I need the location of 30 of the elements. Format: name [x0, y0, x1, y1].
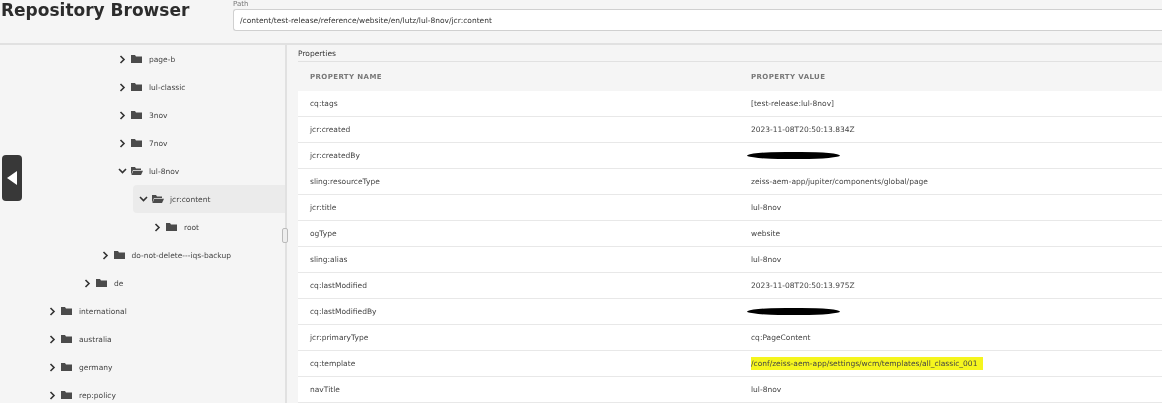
chevron-right-icon[interactable] [118, 54, 127, 64]
folder-icon [113, 250, 126, 260]
page-title: Repository Browser [0, 0, 191, 22]
folder-icon [131, 82, 143, 92]
folder-icon [61, 390, 73, 400]
folder-icon [131, 138, 143, 148]
folder-icon [96, 278, 108, 288]
left-triangle-icon [7, 171, 17, 185]
collapse-button[interactable] [2, 155, 22, 201]
chevron-right-icon[interactable] [48, 334, 57, 344]
open-folder-icon [131, 166, 143, 176]
folder-icon [131, 54, 143, 64]
resize-handle[interactable] [282, 228, 288, 243]
chevron-down-icon[interactable] [139, 194, 148, 204]
folder-icon [61, 306, 73, 316]
chevron-right-icon[interactable] [118, 138, 127, 148]
folder-icon [131, 110, 143, 120]
chevron-down-icon[interactable] [118, 166, 127, 176]
folder-icon [166, 222, 178, 232]
chevron-right-icon[interactable] [118, 82, 127, 92]
open-folder-icon [152, 194, 164, 204]
chevron-right-icon[interactable] [48, 362, 57, 372]
chevron-right-icon[interactable] [153, 222, 162, 232]
chevron-right-icon[interactable] [100, 250, 110, 260]
chevron-right-icon[interactable] [48, 390, 57, 400]
chevron-right-icon[interactable] [48, 306, 57, 316]
folder-icon [61, 362, 73, 372]
chevron-right-icon[interactable] [83, 278, 92, 288]
folder-icon [61, 334, 73, 344]
chevron-right-icon[interactable] [118, 110, 127, 120]
